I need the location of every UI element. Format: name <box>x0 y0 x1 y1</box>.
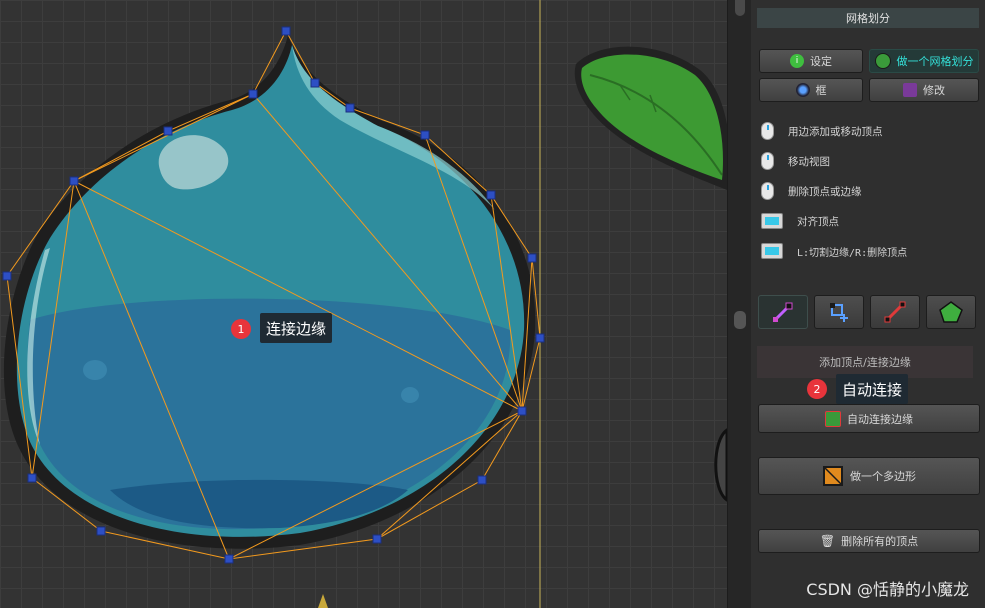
modify-icon <box>903 83 917 97</box>
leaf-sprite <box>574 46 727 190</box>
settings-button[interactable]: i 设定 <box>759 49 863 73</box>
mesh-vertex[interactable] <box>69 176 79 186</box>
mesh-vertex[interactable] <box>517 406 527 416</box>
mesh-vertex[interactable] <box>248 89 258 99</box>
splitter-handle[interactable] <box>734 311 746 329</box>
mouse-right-icon <box>761 182 774 200</box>
watermark: CSDN @恬静的小魔龙 <box>806 580 969 599</box>
delete-all-vertices-label: 删除所有的顶点 <box>841 535 919 548</box>
add-vertex-tool-button[interactable] <box>758 295 808 329</box>
mesh-vertex[interactable] <box>535 333 545 343</box>
hint-text: 用边添加或移动顶点 <box>788 125 883 138</box>
annotation-tip-connect-edge: 连接边缘 <box>260 313 333 343</box>
mesh-vertex[interactable] <box>527 253 537 263</box>
polygon-tool-icon <box>939 301 963 323</box>
auto-connect-edges-label: 自动连接边缘 <box>847 412 913 426</box>
hint-row: L:切割边缘/R:删除顶点 <box>761 240 907 262</box>
annotation-badge-1: 1 <box>231 319 251 339</box>
select-vertex-tool-button[interactable] <box>814 295 864 329</box>
make-polygon-button[interactable]: 做一个多边形 <box>758 457 980 495</box>
mesh-vertex[interactable] <box>281 26 291 36</box>
droplet-sprite <box>3 35 536 549</box>
mesh-panel: 网格划分 i 设定 做一个网格划分 框 修改 用边添加或移动顶点 移动视图 删除… <box>751 0 985 608</box>
mesh-vertex[interactable] <box>486 190 496 200</box>
mesh-vertex[interactable] <box>224 554 234 564</box>
frame-button-label: 框 <box>815 84 827 97</box>
make-mesh-button-label: 做一个网格划分 <box>896 55 974 68</box>
mouse-middle-icon <box>761 152 774 170</box>
mesh-canvas[interactable]: 1 连接边缘 <box>0 0 727 608</box>
edge-sprite <box>714 428 727 502</box>
mesh-vertex[interactable] <box>310 78 320 88</box>
auto-connect-edges-button[interactable]: 自动连接边缘 <box>758 404 980 433</box>
hint-row: 用边添加或移动顶点 <box>761 120 883 142</box>
modify-button-label: 修改 <box>923 84 945 97</box>
mesh-viewport[interactable] <box>0 0 727 608</box>
annotation-badge-2: 2 <box>807 379 827 399</box>
hint-row: 删除顶点或边缘 <box>761 180 862 202</box>
polygon-outline-icon <box>823 466 843 486</box>
make-polygon-label: 做一个多边形 <box>850 470 916 483</box>
frame-icon <box>795 83 810 97</box>
panel-title: 网格划分 <box>757 8 979 28</box>
hint-text: 对齐顶点 <box>797 215 839 228</box>
edge-tool-button[interactable] <box>870 295 920 329</box>
hint-row: 移动视图 <box>761 150 830 172</box>
pivot-marker[interactable] <box>318 594 328 608</box>
make-mesh-button[interactable]: 做一个网格划分 <box>869 49 979 73</box>
annotation-tip-auto-connect: 自动连接 <box>836 374 909 404</box>
settings-button-label: 设定 <box>810 55 832 68</box>
mesh-vertex[interactable] <box>345 103 355 113</box>
polygon-tool-button[interactable] <box>926 295 976 329</box>
select-vertex-tool-icon <box>830 303 848 322</box>
keyboard-shift-icon <box>761 243 783 259</box>
mesh-vertex[interactable] <box>420 130 430 140</box>
hint-text: 移动视图 <box>788 155 830 168</box>
frame-button[interactable]: 框 <box>759 78 863 102</box>
scrollbar-thumb[interactable] <box>735 0 745 16</box>
modify-button[interactable]: 修改 <box>869 78 979 102</box>
add-vertex-tool-icon <box>773 302 793 322</box>
mesh-vertex[interactable] <box>2 271 12 281</box>
mesh-vertex[interactable] <box>372 534 382 544</box>
delete-all-vertices-button[interactable]: 🗑 删除所有的顶点 <box>758 529 980 553</box>
mesh-vertex[interactable] <box>477 475 487 485</box>
edge-tool-icon <box>884 301 906 323</box>
auto-connect-icon <box>825 410 841 427</box>
trash-icon: 🗑 <box>819 534 836 548</box>
mesh-vertex[interactable] <box>163 126 173 136</box>
mesh-polygon-icon <box>874 53 891 69</box>
mesh-vertex[interactable] <box>27 473 37 483</box>
keyboard-key-icon <box>761 213 783 229</box>
hint-text: 删除顶点或边缘 <box>788 185 862 198</box>
mesh-vertex[interactable] <box>96 526 106 536</box>
info-icon: i <box>790 54 804 68</box>
mouse-left-icon <box>761 122 774 140</box>
hint-row: 对齐顶点 <box>761 210 839 232</box>
vertical-scrollbar[interactable] <box>727 0 752 608</box>
hint-text: L:切割边缘/R:删除顶点 <box>797 247 908 259</box>
